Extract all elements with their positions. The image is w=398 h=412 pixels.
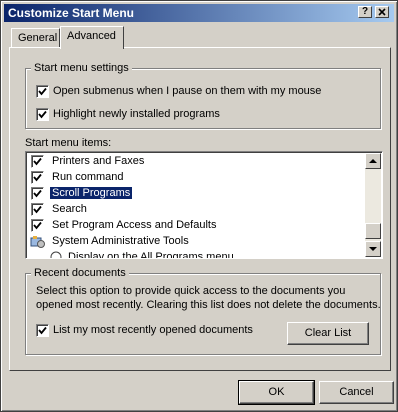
list-item-checkbox[interactable] [31,187,44,200]
tab-general[interactable]: General [11,28,60,47]
customize-start-menu-dialog: Customize Start Menu ? General Advanced … [0,0,398,412]
check-icon [38,326,47,335]
check-icon [38,110,47,119]
open-submenus-checkbox[interactable] [36,85,49,98]
cancel-button[interactable]: Cancel [319,381,394,404]
tab-advanced[interactable]: Advanced [60,26,124,49]
list-item-label: Printers and Faxes [52,155,145,167]
list-item[interactable]: Scroll Programs [26,186,364,202]
scroll-up-button[interactable] [365,153,381,169]
check-icon [38,87,47,96]
list-item[interactable]: System Administrative Tools [26,234,364,250]
close-button[interactable] [375,6,389,18]
highlight-programs-checkbox[interactable] [36,108,49,121]
ok-button[interactable]: OK [238,380,315,405]
list-item-label: Scroll Programs [48,186,134,200]
check-icon [33,221,42,230]
list-item[interactable]: Printers and Faxes [26,154,364,170]
check-icon [33,157,42,166]
list-item-checkbox[interactable] [31,219,44,232]
list-item[interactable]: Display on the All Programs menu [46,250,382,259]
list-item-checkbox[interactable] [31,203,44,216]
radio-icon[interactable] [50,251,62,259]
list-item-checkbox[interactable] [31,171,44,184]
list-item[interactable]: Run command [26,170,364,186]
window-title: Customize Start Menu [8,6,135,20]
check-icon [33,173,42,182]
title-bar[interactable]: Customize Start Menu ? [4,4,394,22]
recent-documents-label: Recent documents [31,267,129,279]
recent-description-line1: Select this option to provide quick acce… [36,285,346,297]
list-item[interactable]: Set Program Access and Defaults [26,218,364,234]
arrow-up-icon [369,159,377,163]
clear-list-button[interactable]: Clear List [287,322,369,345]
start-menu-settings-label: Start menu settings [31,62,132,74]
scroll-thumb[interactable] [365,223,381,239]
list-item-label: Run command [52,171,124,183]
close-icon [378,8,386,16]
arrow-down-icon [369,247,377,251]
list-item-label: Set Program Access and Defaults [52,219,217,231]
scroll-down-button[interactable] [365,241,381,257]
help-button[interactable]: ? [358,6,372,18]
list-recent-documents-label: List my most recently opened documents [53,324,253,336]
list-recent-documents-checkbox[interactable] [36,324,49,337]
highlight-programs-label: Highlight newly installed programs [53,108,220,120]
list-item-label: Search [52,203,87,215]
check-icon [33,189,42,198]
admin-tools-icon [30,236,45,248]
start-menu-items-list[interactable]: Printers and Faxes Run command Scroll Pr… [25,151,383,259]
list-item-label: Display on the All Programs menu [68,251,234,259]
recent-description-line2: opened most recently. Clearing this list… [36,299,381,311]
list-item-checkbox[interactable] [31,155,44,168]
list-item[interactable]: Search [26,202,364,218]
start-menu-items-label: Start menu items: [25,137,112,149]
list-item-label: System Administrative Tools [52,235,189,247]
list-scrollbar[interactable] [365,153,381,257]
open-submenus-label: Open submenus when I pause on them with … [53,85,322,97]
check-icon [33,205,42,214]
